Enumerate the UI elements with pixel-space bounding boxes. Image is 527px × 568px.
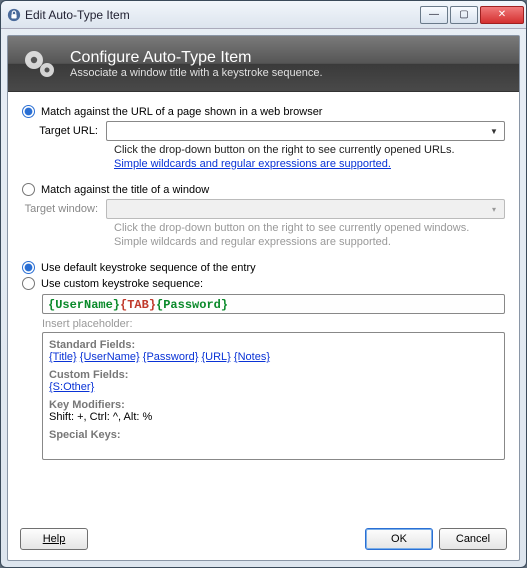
ph-notes[interactable]: {Notes} — [234, 351, 270, 363]
target-window-combo: ▾ — [106, 199, 505, 219]
banner-subtitle: Associate a window title with a keystrok… — [70, 67, 323, 79]
custom-seq-radio[interactable] — [22, 277, 35, 290]
default-seq-radio[interactable] — [22, 261, 35, 274]
ph-head-standard: Standard Fields: — [49, 339, 498, 351]
content: Match against the URL of a page shown in… — [8, 92, 519, 518]
ph-head-custom: Custom Fields: — [49, 369, 498, 381]
default-seq-label: Use default keystroke sequence of the en… — [41, 262, 256, 274]
target-url-label: Target URL: — [22, 125, 106, 137]
ok-button[interactable]: OK — [365, 528, 433, 550]
ph-url[interactable]: {URL} — [202, 351, 231, 363]
window-hint: Click the drop-down button on the right … — [114, 222, 505, 234]
close-button[interactable]: ✕ — [480, 6, 524, 24]
match-title-radio[interactable] — [22, 183, 35, 196]
match-url-label: Match against the URL of a page shown in… — [41, 106, 322, 118]
match-title-label: Match against the title of a window — [41, 184, 209, 196]
chevron-down-icon: ▾ — [486, 202, 502, 216]
maximize-button[interactable]: ▢ — [450, 6, 478, 24]
chevron-down-icon: ▼ — [486, 124, 502, 138]
gears-icon — [20, 44, 60, 84]
wildcards-link[interactable]: Simple wildcards and regular expressions… — [114, 158, 391, 170]
help-button[interactable]: Help — [20, 528, 88, 550]
ph-sother[interactable]: {S:Other} — [49, 381, 94, 393]
footer: Help OK Cancel — [8, 518, 519, 560]
ph-head-special: Special Keys: — [49, 429, 498, 441]
client-area: Configure Auto-Type Item Associate a win… — [7, 35, 520, 561]
ph-mod-line: Shift: +, Ctrl: ^, Alt: % — [49, 411, 498, 423]
match-url-radio[interactable] — [22, 105, 35, 118]
ph-password[interactable]: {Password} — [143, 351, 199, 363]
custom-seq-label: Use custom keystroke sequence: — [41, 278, 203, 290]
ph-title[interactable]: {Title} — [49, 351, 77, 363]
sequence-input[interactable]: {UserName}{TAB}{Password} — [42, 294, 505, 314]
window-hint2: Simple wildcards and regular expressions… — [114, 236, 505, 248]
insert-placeholder-label: Insert placeholder: — [42, 318, 505, 330]
seq-token-username: {UserName} — [48, 298, 120, 312]
ph-username[interactable]: {UserName} — [80, 351, 140, 363]
dialog-window: Edit Auto-Type Item — ▢ ✕ Configure Auto… — [0, 0, 527, 568]
placeholder-box[interactable]: Standard Fields: {Title} {UserName} {Pas… — [42, 332, 505, 460]
seq-token-tab: {TAB} — [120, 298, 156, 312]
cancel-button[interactable]: Cancel — [439, 528, 507, 550]
seq-token-password: {Password} — [156, 298, 228, 312]
minimize-button[interactable]: — — [420, 6, 448, 24]
target-url-combo[interactable]: ▼ — [106, 121, 505, 141]
banner: Configure Auto-Type Item Associate a win… — [8, 36, 519, 92]
titlebar[interactable]: Edit Auto-Type Item — ▢ ✕ — [1, 1, 526, 29]
target-window-label: Target window: — [22, 203, 106, 215]
url-hint: Click the drop-down button on the right … — [114, 144, 505, 156]
window-title: Edit Auto-Type Item — [25, 8, 130, 22]
lock-icon — [7, 8, 21, 22]
ph-head-mod: Key Modifiers: — [49, 399, 498, 411]
banner-title: Configure Auto-Type Item — [70, 49, 323, 67]
